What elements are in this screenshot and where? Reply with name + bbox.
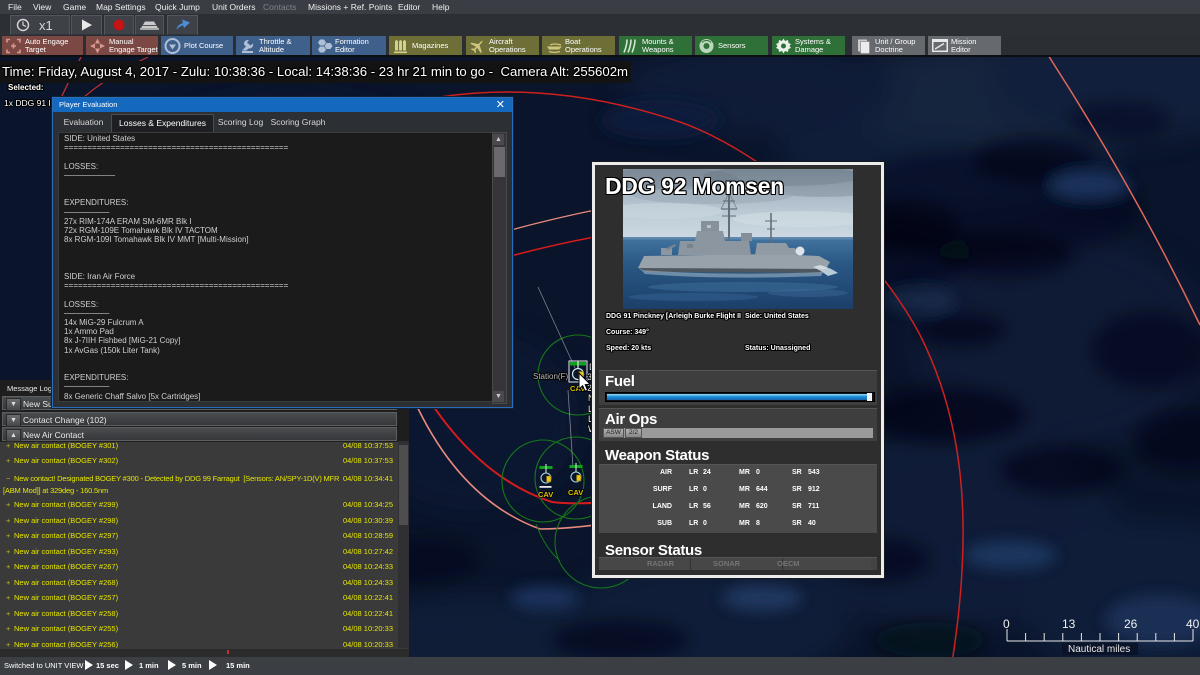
svg-text:26: 26 bbox=[1124, 617, 1138, 631]
svg-text:Station(F): Station(F) bbox=[533, 372, 568, 381]
svg-text:40: 40 bbox=[1186, 617, 1200, 631]
svg-text:CAV: CAV bbox=[538, 490, 553, 499]
svg-text:0: 0 bbox=[1003, 617, 1010, 631]
svg-text:13: 13 bbox=[1062, 617, 1076, 631]
svg-text:Nautical miles: Nautical miles bbox=[1068, 644, 1130, 655]
svg-text:CAV: CAV bbox=[568, 488, 583, 497]
svg-text:x1: x1 bbox=[39, 18, 53, 33]
